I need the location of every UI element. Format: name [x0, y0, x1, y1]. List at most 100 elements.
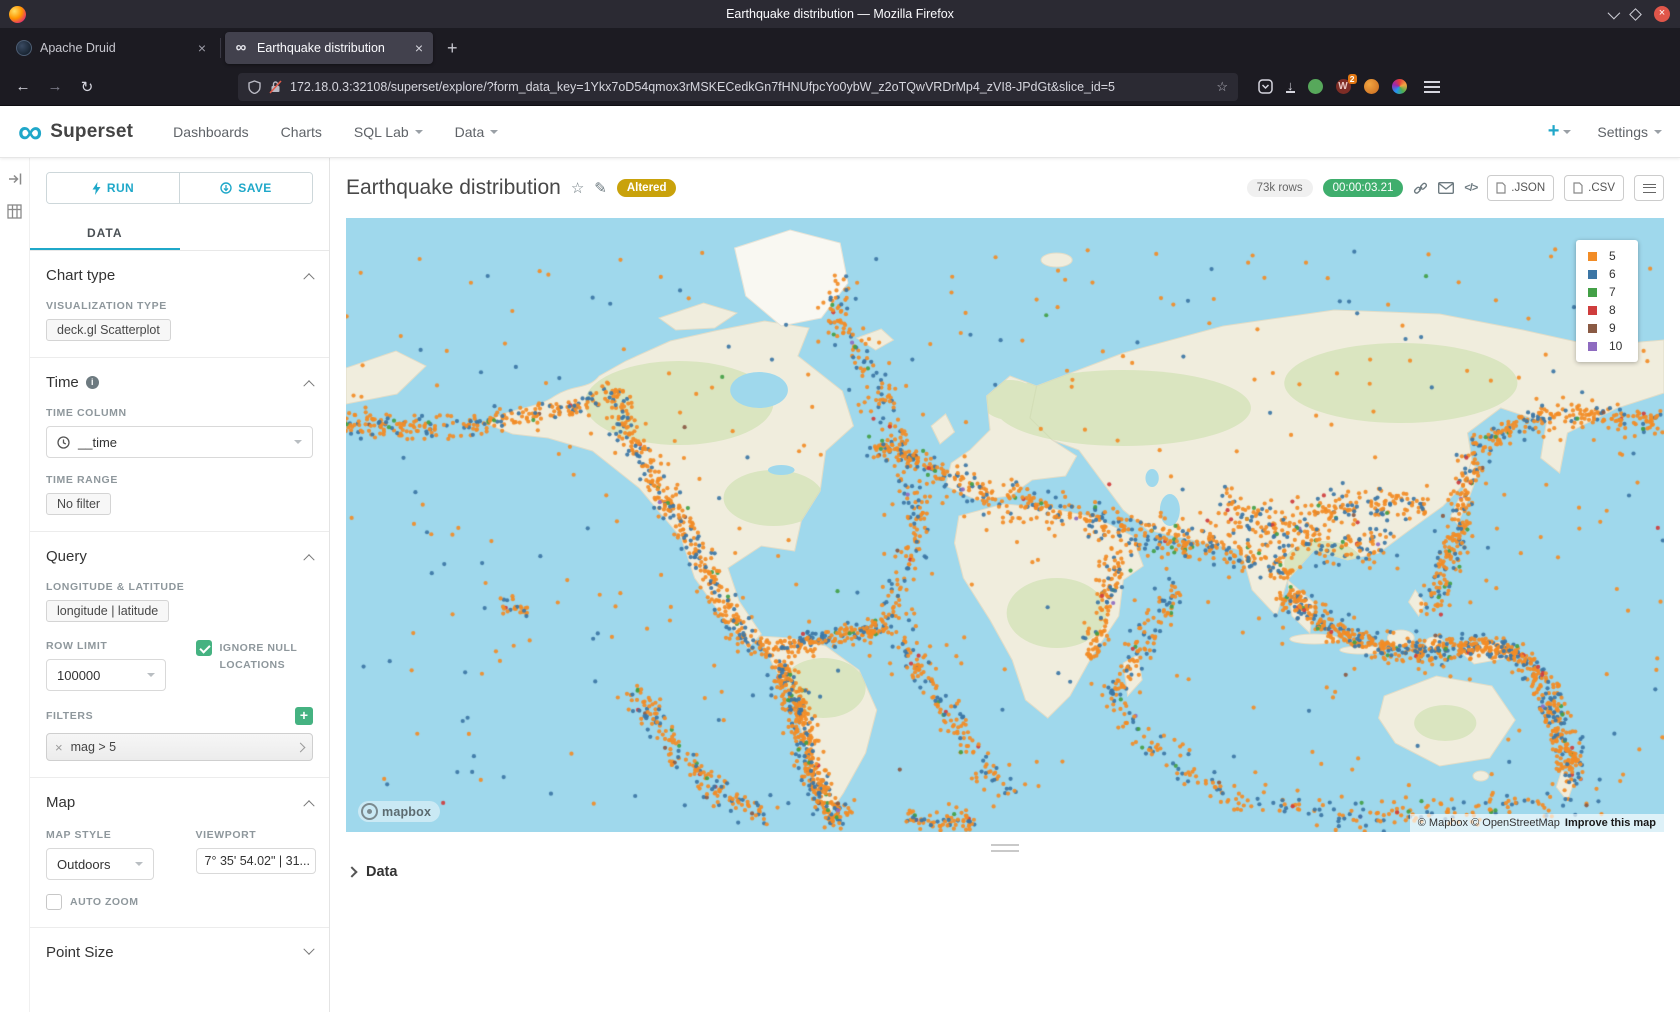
chevron-up-icon	[303, 380, 314, 391]
section-header[interactable]: Query	[46, 548, 313, 565]
screen: Earthquake distribution — Mozilla Firefo…	[0, 0, 1680, 1012]
legend-item[interactable]: 8	[1588, 303, 1624, 317]
filter-chip[interactable]: × mag > 5	[46, 733, 313, 761]
browser-menu-icon[interactable]	[1424, 81, 1440, 93]
section-title-label: Time	[46, 374, 79, 391]
new-tab-button[interactable]: +	[437, 38, 468, 59]
email-icon[interactable]	[1438, 182, 1454, 194]
reload-icon[interactable]: ↻	[74, 78, 100, 96]
window-maximize-icon[interactable]	[1629, 8, 1642, 21]
window-minimize-icon[interactable]	[1608, 6, 1621, 19]
resize-handle[interactable]	[991, 844, 1019, 852]
account-icon[interactable]	[1364, 79, 1379, 94]
chart-title: Earthquake distribution	[346, 176, 561, 200]
map-style-select[interactable]: Outdoors	[46, 848, 154, 880]
save-icon	[220, 182, 232, 194]
collapse-panel-icon[interactable]	[8, 172, 22, 186]
viz-type-label: VISUALIZATION TYPE	[46, 300, 313, 312]
add-filter-button[interactable]: +	[295, 707, 313, 725]
favorite-star-icon[interactable]: ☆	[571, 179, 584, 197]
clock-icon	[57, 436, 70, 449]
lonlat-value[interactable]: longitude | latitude	[46, 600, 169, 622]
nav-item-dashboards[interactable]: Dashboards	[173, 124, 249, 140]
embed-code-icon[interactable]: </>	[1464, 182, 1477, 194]
datasource-grid-icon[interactable]	[7, 204, 22, 219]
viewport-value[interactable]: 7° 35' 54.02" | 31...	[196, 848, 316, 874]
auto-zoom-checkbox[interactable]	[46, 894, 62, 910]
earthquake-points-canvas[interactable]	[346, 218, 1664, 832]
expand-caret-icon	[346, 866, 357, 877]
tab-close-icon[interactable]: ×	[196, 40, 208, 56]
pocket-icon[interactable]	[1258, 79, 1273, 94]
file-icon	[1573, 182, 1583, 194]
legend-item[interactable]: 7	[1588, 285, 1624, 299]
legend-swatch	[1588, 342, 1597, 351]
legend-item[interactable]: 5	[1588, 249, 1624, 263]
run-button[interactable]: RUN	[47, 173, 179, 203]
section-header[interactable]: Map	[46, 794, 313, 811]
export-json-button[interactable]: .JSON	[1487, 175, 1554, 201]
chevron-right-icon[interactable]	[296, 742, 306, 752]
section-header[interactable]: Point Size	[46, 944, 313, 961]
legend-item[interactable]: 10	[1588, 339, 1624, 353]
chart-menu-button[interactable]	[1634, 175, 1664, 201]
url-text[interactable]: 172.18.0.3:32108/superset/explore/?form_…	[290, 80, 1208, 94]
tab-earthquake-distribution[interactable]: ∞ Earthquake distribution ×	[225, 32, 433, 64]
ignore-null-row: IGNORE NULL LOCATIONS	[196, 640, 313, 674]
window-close-icon[interactable]: ×	[1654, 6, 1670, 22]
lonlat-label: LONGITUDE & LATITUDE	[46, 581, 313, 593]
forward-icon[interactable]: →	[42, 78, 68, 95]
legend-item[interactable]: 9	[1588, 321, 1624, 335]
url-bar[interactable]: 172.18.0.3:32108/superset/explore/?form_…	[238, 73, 1238, 101]
nav-item-charts[interactable]: Charts	[281, 124, 322, 140]
improve-map-link[interactable]: Improve this map	[1565, 817, 1656, 829]
tab-data[interactable]: DATA	[30, 218, 180, 250]
chevron-down-icon	[135, 862, 143, 866]
share-link-icon[interactable]	[1413, 181, 1428, 196]
nav-item-data[interactable]: Data	[455, 124, 499, 140]
section-header[interactable]: Timei	[46, 374, 313, 391]
tab-bar: Apache Druid × ∞ Earthquake distribution…	[0, 28, 1680, 68]
export-csv-button[interactable]: .CSV	[1564, 175, 1624, 201]
remove-filter-icon[interactable]: ×	[55, 740, 63, 755]
chevron-down-icon	[303, 944, 314, 955]
mapbox-logo-text: mapbox	[382, 805, 431, 819]
altered-badge[interactable]: Altered	[617, 179, 677, 197]
tab-close-icon[interactable]: ×	[413, 40, 425, 56]
section-time: Timei TIME COLUMN __time TIME RANGE No f…	[30, 358, 329, 532]
section-map: Map MAP STYLE Outdoors VIEWPORT 7° 35' 5…	[30, 778, 329, 928]
data-results-panel[interactable]: Data	[330, 852, 1680, 892]
deckgl-scatter-map[interactable]: 5678910 mapbox © Mapbox © OpenStreetMap …	[346, 218, 1664, 832]
wappalyzer-icon[interactable]: W2	[1336, 79, 1351, 94]
extension-green-icon[interactable]	[1308, 79, 1323, 94]
left-rail	[0, 158, 30, 1012]
bolt-icon	[92, 182, 101, 195]
time-column-label: TIME COLUMN	[46, 407, 313, 419]
edit-icon[interactable]: ✎	[594, 179, 607, 197]
superset-brand[interactable]: ∞ Superset	[18, 117, 133, 147]
section-query: Query LONGITUDE & LATITUDE longitude | l…	[30, 532, 329, 778]
extension-pinwheel-icon[interactable]	[1392, 79, 1407, 94]
shield-icon[interactable]	[248, 80, 261, 94]
bookmark-star-icon[interactable]: ☆	[1216, 79, 1228, 95]
back-icon[interactable]: ←	[10, 78, 36, 95]
nav-item-sql-lab[interactable]: SQL Lab	[354, 124, 423, 140]
time-column-select[interactable]: __time	[46, 426, 313, 458]
row-limit-select[interactable]: 100000	[46, 659, 166, 691]
download-icon[interactable]: ↓	[1286, 80, 1295, 93]
tab-apache-druid[interactable]: Apache Druid ×	[8, 32, 216, 64]
viz-type-value[interactable]: deck.gl Scatterplot	[46, 319, 171, 341]
section-header[interactable]: Chart type	[46, 267, 313, 284]
new-chart-button[interactable]: +	[1548, 120, 1572, 143]
legend-item[interactable]: 6	[1588, 267, 1624, 281]
save-button[interactable]: SAVE	[179, 173, 312, 203]
lock-insecure-icon[interactable]	[269, 80, 282, 94]
attribution-text[interactable]: © Mapbox © OpenStreetMap	[1418, 817, 1560, 829]
nav-item-settings[interactable]: Settings	[1597, 124, 1662, 140]
map-legend: 5 6 7 8 9 10	[1576, 240, 1638, 362]
viewport-label: VIEWPORT	[196, 829, 313, 841]
ignore-null-checkbox[interactable]	[196, 640, 212, 656]
time-range-value[interactable]: No filter	[46, 493, 111, 515]
mapbox-logo[interactable]: mapbox	[358, 801, 440, 822]
legend-label: 7	[1609, 285, 1616, 299]
